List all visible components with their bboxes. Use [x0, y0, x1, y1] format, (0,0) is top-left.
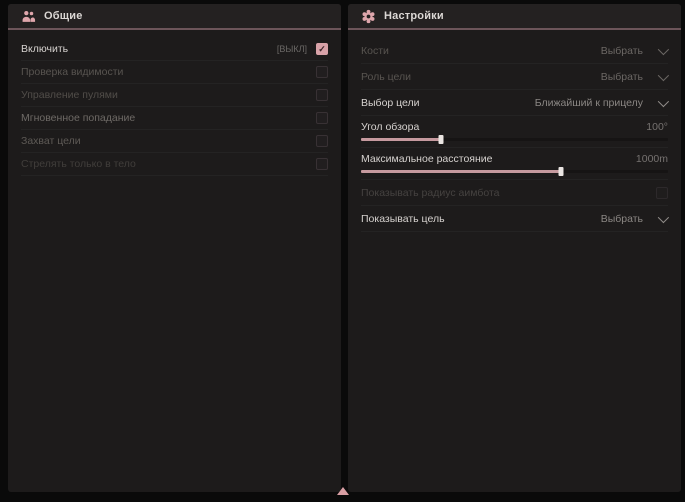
- slider-label: Угол обзора: [361, 121, 419, 133]
- dropdown-value[interactable]: Выбрать: [601, 213, 643, 225]
- panel-title: Настройки: [384, 10, 444, 22]
- toggle-label: Управление пулями: [21, 89, 118, 101]
- slider-thumb[interactable]: [558, 167, 563, 176]
- dropdown-label: Роль цели: [361, 71, 411, 83]
- panel-settings: Настройки Кости Выбрать Роль цели Выбрат…: [348, 4, 681, 492]
- dropdown-row-target-selection[interactable]: Выбор цели Ближайший к прицелу: [361, 90, 668, 116]
- slider-label: Максимальное расстояние: [361, 153, 492, 165]
- dropdown-row-show-target[interactable]: Показывать цель Выбрать: [361, 206, 668, 232]
- dropdown-value[interactable]: Выбрать: [601, 71, 643, 83]
- body-only-checkbox[interactable]: ✓: [316, 158, 328, 170]
- visibility-check-checkbox[interactable]: ✓: [316, 66, 328, 78]
- settings-rows: Кости Выбрать Роль цели Выбрать Выбор це…: [348, 30, 681, 232]
- dropdown-value[interactable]: Ближайший к прицелу: [535, 97, 643, 109]
- users-icon: [21, 9, 36, 24]
- scroll-up-indicator: [337, 487, 349, 495]
- chevron-down-icon[interactable]: [658, 69, 669, 80]
- chevron-down-icon[interactable]: [658, 43, 669, 54]
- dropdown-row-target-role[interactable]: Роль цели Выбрать: [361, 64, 668, 90]
- toggle-label: Мгновенное попадание: [21, 112, 135, 124]
- gear-icon: [361, 9, 376, 24]
- toggle-row-enable[interactable]: Включить [ВЫКЛ] ✓: [21, 38, 328, 61]
- slider-fill: [361, 138, 441, 141]
- toggle-row-bullet-control[interactable]: Управление пулями ✓: [21, 84, 328, 107]
- keybind-label[interactable]: [ВЫКЛ]: [277, 44, 307, 54]
- slider-thumb[interactable]: [438, 135, 443, 144]
- bullet-control-checkbox[interactable]: ✓: [316, 89, 328, 101]
- fov-slider[interactable]: [361, 138, 668, 141]
- toggle-row-instant-hit[interactable]: Мгновенное попадание ✓: [21, 107, 328, 130]
- toggle-label: Проверка видимости: [21, 66, 123, 78]
- panel-general: Общие Включить [ВЫКЛ] ✓ Проверка видимос…: [8, 4, 341, 492]
- dropdown-label: Показывать цель: [361, 213, 445, 225]
- chevron-down-icon[interactable]: [658, 211, 669, 222]
- aimbot-radius-checkbox[interactable]: ✓: [656, 187, 668, 199]
- toggle-row-target-lock[interactable]: Захват цели ✓: [21, 130, 328, 153]
- panel-settings-header: Настройки: [348, 4, 681, 30]
- toggle-row-body-only[interactable]: Стрелять только в тело ✓: [21, 153, 328, 176]
- chevron-down-icon[interactable]: [658, 95, 669, 106]
- dropdown-value[interactable]: Выбрать: [601, 45, 643, 57]
- slider-row-max-distance: Максимальное расстояние 1000m: [361, 148, 668, 180]
- toggle-row-visibility-check[interactable]: Проверка видимости ✓: [21, 61, 328, 84]
- panel-title: Общие: [44, 10, 83, 22]
- slider-fill: [361, 170, 561, 173]
- enable-checkbox[interactable]: ✓: [316, 43, 328, 55]
- instant-hit-checkbox[interactable]: ✓: [316, 112, 328, 124]
- general-rows: Включить [ВЫКЛ] ✓ Проверка видимости ✓ У…: [8, 30, 341, 176]
- dropdown-row-bones[interactable]: Кости Выбрать: [361, 38, 668, 64]
- toggle-row-aimbot-radius[interactable]: Показывать радиус аимбота ✓: [361, 180, 668, 206]
- overlay-menu: Общие Включить [ВЫКЛ] ✓ Проверка видимос…: [0, 0, 685, 502]
- max-distance-slider[interactable]: [361, 170, 668, 173]
- slider-row-fov: Угол обзора 100°: [361, 116, 668, 148]
- slider-value: 100°: [646, 121, 668, 133]
- toggle-label: Стрелять только в тело: [21, 158, 136, 170]
- target-lock-checkbox[interactable]: ✓: [316, 135, 328, 147]
- dropdown-label: Выбор цели: [361, 97, 420, 109]
- toggle-label: Включить: [21, 43, 68, 55]
- slider-value: 1000m: [636, 153, 668, 165]
- panel-general-header: Общие: [8, 4, 341, 30]
- toggle-label: Захват цели: [21, 135, 81, 147]
- dropdown-label: Кости: [361, 45, 389, 57]
- toggle-label: Показывать радиус аимбота: [361, 187, 500, 199]
